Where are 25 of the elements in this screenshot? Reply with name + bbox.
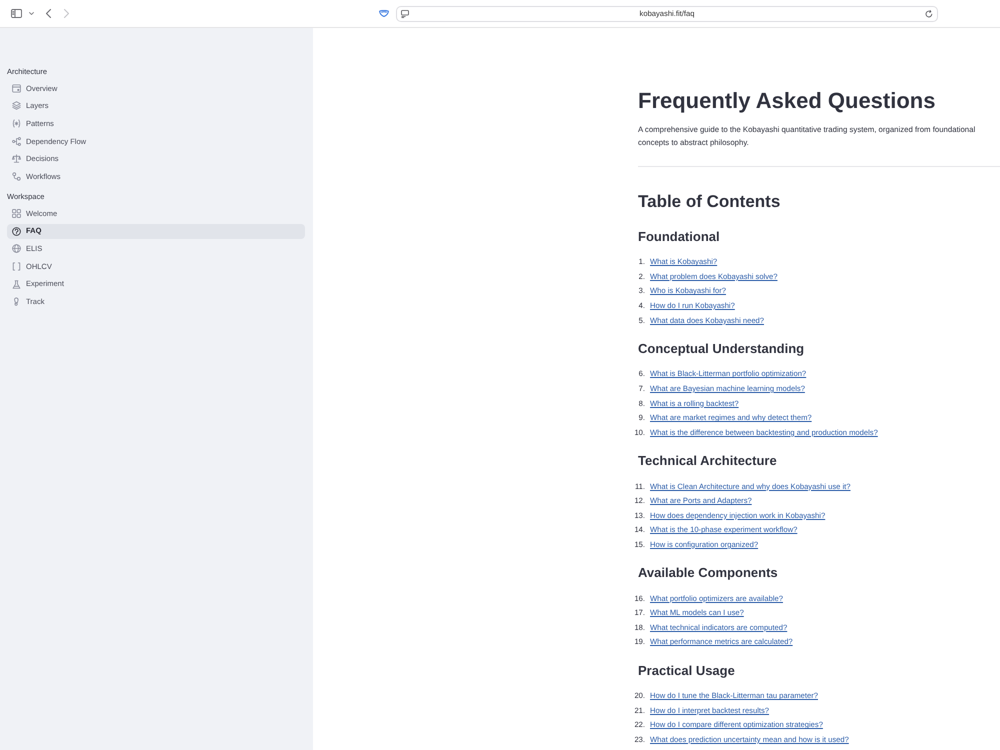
flask-icon xyxy=(12,280,21,289)
sidebar-icon[interactable] xyxy=(11,9,22,18)
help-icon xyxy=(12,226,21,236)
network-icon xyxy=(12,136,21,146)
section-heading: Foundational xyxy=(638,228,721,246)
page-title: Frequently Asked Questions xyxy=(638,87,936,115)
asterisk-brackets-icon xyxy=(12,119,21,128)
footprint-icon xyxy=(12,297,21,306)
page-icon xyxy=(401,10,409,18)
layers-icon xyxy=(12,101,21,110)
section-heading: Available Components xyxy=(638,564,779,582)
section-heading: Conceptual Understanding xyxy=(638,340,806,358)
brackets-icon xyxy=(12,262,21,271)
reload-icon[interactable] xyxy=(925,10,933,18)
nodes-icon xyxy=(12,172,21,182)
back-icon[interactable] xyxy=(46,9,51,18)
toc-heading: Table of Contents xyxy=(638,191,782,213)
window-icon xyxy=(12,84,21,93)
chevron-down-icon[interactable] xyxy=(29,12,34,15)
section-heading: Technical Architecture xyxy=(638,452,778,470)
scale-icon xyxy=(12,154,21,164)
grid-icon xyxy=(12,208,21,218)
globe-icon xyxy=(12,244,21,254)
shield-icon[interactable] xyxy=(379,10,389,17)
section-heading: Practical Usage xyxy=(638,662,736,680)
